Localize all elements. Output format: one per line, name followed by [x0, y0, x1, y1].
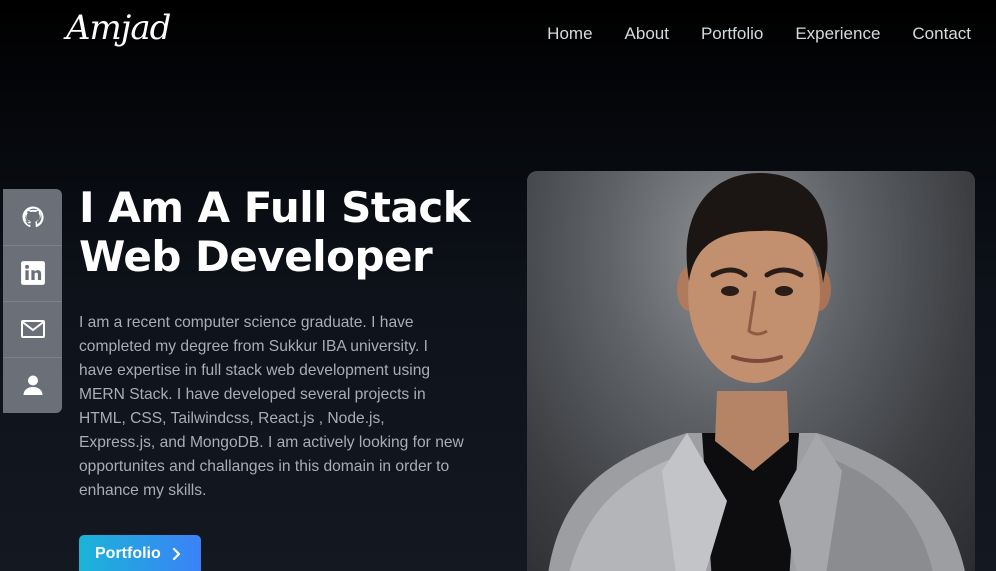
profile-portrait	[548, 173, 965, 571]
portfolio-button-label: Portfolio	[95, 545, 161, 562]
mail-icon	[20, 320, 45, 338]
chevron-right-icon	[171, 547, 181, 566]
hero-title: I Am A Full Stack Web Developer	[79, 183, 499, 281]
nav-contact[interactable]: Contact	[912, 24, 971, 44]
github-link[interactable]	[3, 189, 62, 245]
nav-portfolio[interactable]: Portfolio	[701, 24, 763, 44]
portfolio-button[interactable]: Portfolio	[79, 535, 201, 571]
hero-title-line2: Web Developer	[79, 232, 433, 281]
social-links-bar	[3, 189, 62, 413]
user-icon	[23, 375, 42, 395]
main-nav: Home About Portfolio Experience Contact	[547, 24, 971, 44]
profile-photo	[527, 171, 975, 571]
profile-link[interactable]	[3, 357, 62, 413]
linkedin-icon	[20, 261, 45, 285]
nav-about[interactable]: About	[625, 24, 669, 44]
hero-title-line1: I Am A Full Stack	[79, 183, 471, 232]
nav-home[interactable]: Home	[547, 24, 592, 44]
mail-link[interactable]	[3, 301, 62, 357]
linkedin-link[interactable]	[3, 245, 62, 301]
logo[interactable]: Amjad	[66, 8, 171, 48]
nav-experience[interactable]: Experience	[795, 24, 880, 44]
github-icon	[22, 206, 44, 228]
hero-description: I am a recent computer science graduate.…	[79, 314, 464, 499]
site-header: Amjad Home About Portfolio Experience Co…	[0, 0, 996, 70]
